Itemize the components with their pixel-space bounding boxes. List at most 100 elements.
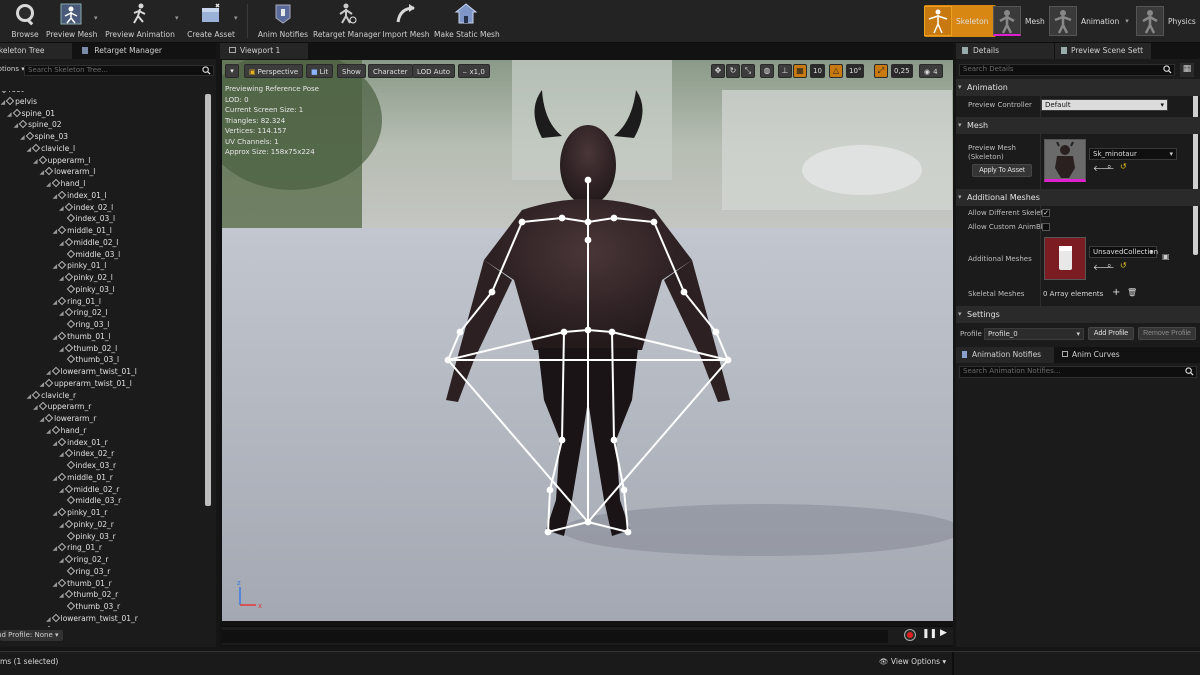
expand-arrow-icon[interactable]: ◢ xyxy=(46,428,51,435)
playback-speed-button[interactable]: ⎯ x1,0 xyxy=(458,64,490,78)
expand-arrow-icon[interactable]: ◢ xyxy=(59,592,64,599)
additional-meshes-dropdown[interactable]: UnsavedCollection xyxy=(1089,246,1158,258)
tree-row-pinky_02_l[interactable]: ◢ pinky_02_l xyxy=(59,272,113,283)
tree-row-lowerarm_twist_01_l[interactable]: ◢ lowerarm_twist_01_l xyxy=(46,366,137,377)
tree-row-thumb_01_l[interactable]: ◢ thumb_01_l xyxy=(53,331,111,342)
tree-row-lowerarm_r[interactable]: ◢ lowerarm_r xyxy=(40,413,97,424)
preview-controller-dropdown[interactable]: Default xyxy=(1041,99,1168,111)
expand-arrow-icon[interactable]: ◢ xyxy=(59,275,64,282)
tree-row-pinky_03_r[interactable]: pinky_03_r xyxy=(66,531,116,542)
preview-mesh-button[interactable]: Preview Mesh xyxy=(46,2,97,42)
expand-arrow-icon[interactable]: ◢ xyxy=(40,169,45,176)
browse-asset-icon[interactable]: ⌕ xyxy=(1107,261,1111,271)
tab-details[interactable]: Details xyxy=(956,43,1054,59)
joint-rclav[interactable] xyxy=(610,214,618,222)
joint-pelvis[interactable] xyxy=(584,326,592,334)
add-profile-button[interactable]: Add Profile xyxy=(1088,327,1134,340)
create-asset-button[interactable]: Create Asset xyxy=(186,2,236,42)
delete-elements-icon[interactable]: 🗑 xyxy=(1127,288,1137,297)
create-asset-dropdown[interactable]: ▾ xyxy=(234,14,238,22)
tree-row-middle_02_r[interactable]: ◢ middle_02_r xyxy=(59,484,119,495)
scale-snap-value[interactable]: 0,25 xyxy=(891,64,913,78)
reset-to-default-icon[interactable]: ↺ xyxy=(1120,162,1127,171)
tree-row-pinky_01_r[interactable]: ◢ pinky_01_r xyxy=(53,507,108,518)
section-animation[interactable]: Animation xyxy=(956,79,1200,96)
joint-rtoe[interactable] xyxy=(624,528,632,536)
joint-rel[interactable] xyxy=(680,288,688,296)
preview-mesh-dropdown[interactable]: ▾ xyxy=(94,14,98,22)
tree-row-thumb_02_l[interactable]: ◢ thumb_02_l xyxy=(59,343,117,354)
browse-asset-icon[interactable]: ⌕ xyxy=(1107,162,1111,172)
notifies-search-input[interactable]: Search Animation Notifies... xyxy=(959,366,1197,378)
tree-row-middle_03_r[interactable]: middle_03_r xyxy=(66,495,122,506)
tree-row-lowerarm_twist_01_r[interactable]: ◢ lowerarm_twist_01_r xyxy=(46,613,138,624)
skeleton-search-input[interactable]: Search Skeleton Tree... xyxy=(24,65,214,76)
profile-dropdown[interactable]: Profile_0 xyxy=(984,328,1084,340)
tree-row-upperarm_r[interactable]: ◢ upperarm_r xyxy=(33,401,91,412)
expand-arrow-icon[interactable]: ◢ xyxy=(33,404,38,411)
tree-row-index_02_r[interactable]: ◢ index_02_r xyxy=(59,448,114,459)
tree-scrollbar[interactable] xyxy=(205,94,211,506)
expand-arrow-icon[interactable]: ◢ xyxy=(53,545,58,552)
joint-lknee[interactable] xyxy=(558,436,566,444)
mode-mesh-tab[interactable]: Mesh xyxy=(993,5,1045,37)
expand-arrow-icon[interactable]: ◢ xyxy=(59,310,64,317)
allow-custom-anim-checkbox[interactable] xyxy=(1042,223,1050,231)
preview-animation-dropdown[interactable]: ▾ xyxy=(175,14,179,22)
joint-rhand[interactable] xyxy=(724,356,732,364)
expand-arrow-icon[interactable]: ◢ xyxy=(59,205,64,212)
remove-profile-button[interactable]: Remove Profile xyxy=(1138,327,1196,340)
character-button[interactable]: Character xyxy=(368,64,413,78)
expand-arrow-icon[interactable]: ◢ xyxy=(53,581,58,588)
tree-row-index_03_r[interactable]: index_03_r xyxy=(66,460,117,471)
tree-row-pinky_01_l[interactable]: ◢ pinky_01_l xyxy=(53,260,107,271)
expand-arrow-icon[interactable]: ◢ xyxy=(53,263,58,270)
show-button[interactable]: Show xyxy=(337,64,366,78)
joint-lank[interactable] xyxy=(546,486,554,494)
tree-row-ring_02_r[interactable]: ◢ ring_02_r xyxy=(59,554,108,565)
tab-anim-curves[interactable]: Anim Curves xyxy=(1056,347,1146,363)
expand-arrow-icon[interactable]: ◢ xyxy=(40,381,45,388)
tree-row-spine_01[interactable]: ◢ spine_01 xyxy=(7,108,55,119)
details-scrollbar[interactable] xyxy=(1193,79,1198,255)
expand-arrow-icon[interactable]: ◢ xyxy=(46,369,51,376)
surface-snap-button[interactable]: ⊥ xyxy=(778,64,792,78)
tree-row-ring_01_r[interactable]: ◢ ring_01_r xyxy=(53,542,102,553)
expand-arrow-icon[interactable]: ◢ xyxy=(14,122,19,129)
pause-button[interactable]: ❚❚ xyxy=(922,629,937,639)
joint-lhand[interactable] xyxy=(444,356,452,364)
joint-ltoe[interactable] xyxy=(544,528,552,536)
anim-notifies-button[interactable]: Anim Notifies xyxy=(256,2,310,42)
tree-row-ring_02_l[interactable]: ◢ ring_02_l xyxy=(59,307,107,318)
grid-snap-toggle[interactable]: ▦ xyxy=(793,64,807,78)
joint-head[interactable] xyxy=(584,176,592,184)
import-mesh-button[interactable]: Import Mesh xyxy=(382,2,430,42)
expand-arrow-icon[interactable]: ◢ xyxy=(40,416,45,423)
tab-retarget-manager[interactable]: Retarget Manager xyxy=(76,43,170,59)
expand-arrow-icon[interactable]: ◢ xyxy=(27,146,32,153)
expand-arrow-icon[interactable]: ◢ xyxy=(27,393,32,400)
expand-arrow-icon[interactable]: ◢ xyxy=(53,334,58,341)
tab-viewport-1[interactable]: Viewport 1 xyxy=(220,43,308,59)
rotation-snap-value[interactable]: 10° xyxy=(846,64,865,78)
rotation-snap-toggle[interactable]: △ xyxy=(829,64,843,78)
expand-arrow-icon[interactable]: ◢ xyxy=(53,440,58,447)
animation-mode-dropdown[interactable]: ▾ xyxy=(1125,17,1129,25)
joint-rhip[interactable] xyxy=(608,328,616,336)
additional-meshes-thumbnail[interactable] xyxy=(1044,237,1086,280)
tree-row-spine_03[interactable]: ◢ spine_03 xyxy=(20,131,68,142)
tree-row-index_03_l[interactable]: index_03_l xyxy=(66,213,116,224)
tree-row-ring_03_r[interactable]: ring_03_r xyxy=(66,566,111,577)
joint-rwr[interactable] xyxy=(712,328,720,336)
expand-arrow-icon[interactable]: ◢ xyxy=(59,346,64,353)
tree-row-middle_01_l[interactable]: ◢ middle_01_l xyxy=(53,225,112,236)
joint-lwr[interactable] xyxy=(456,328,464,336)
tree-row-index_01_r[interactable]: ◢ index_01_r xyxy=(53,437,108,448)
tree-row-middle_01_r[interactable]: ◢ middle_01_r xyxy=(53,472,113,483)
apply-to-asset-button[interactable]: Apply To Asset xyxy=(972,164,1032,177)
joint-lclav[interactable] xyxy=(558,214,566,222)
tree-row-ring_03_l[interactable]: ring_03_l xyxy=(66,319,110,330)
preview-mesh-thumbnail[interactable] xyxy=(1044,139,1086,182)
tree-row-hand_l[interactable]: ◢ hand_l xyxy=(46,178,85,189)
tree-row-index_02_l[interactable]: ◢ index_02_l xyxy=(59,202,113,213)
